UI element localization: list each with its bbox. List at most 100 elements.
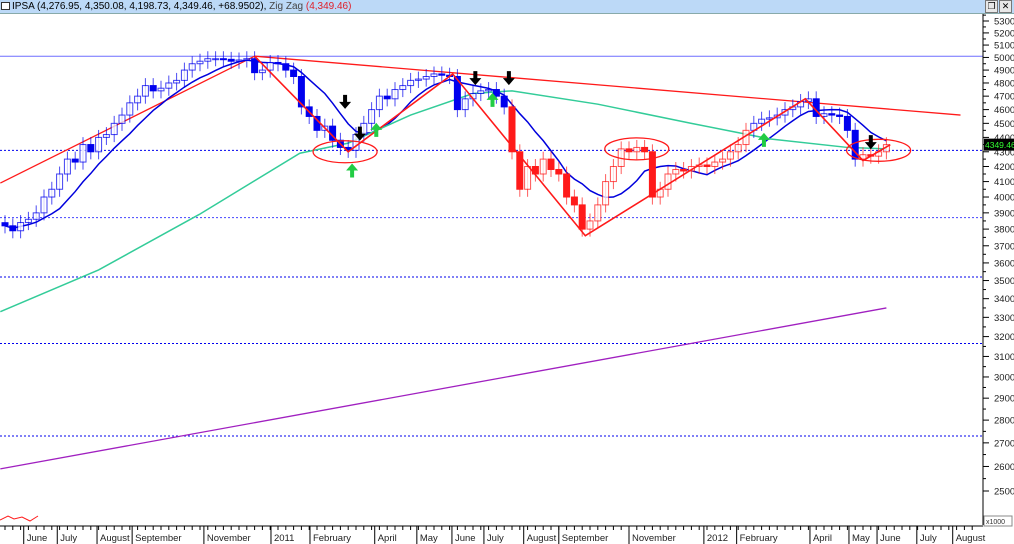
candle-body: [594, 204, 602, 222]
candle: [126, 95, 134, 123]
candle: [1, 215, 9, 234]
candle: [797, 94, 805, 115]
x-tick-label: May: [852, 533, 870, 544]
candle: [539, 151, 547, 182]
arrow-down-icon: [864, 135, 877, 150]
candle-body: [625, 148, 633, 153]
candle-body: [274, 61, 282, 65]
candle: [594, 197, 602, 229]
x-tick-label: November: [632, 533, 676, 544]
candle-body: [570, 196, 578, 206]
candle-body: [180, 69, 188, 81]
candle-body: [188, 63, 196, 71]
candle: [95, 129, 103, 160]
x-tick-label: April: [378, 533, 397, 544]
candle: [40, 189, 48, 221]
candle-body: [32, 212, 40, 220]
candle-body: [196, 60, 204, 65]
candle: [235, 52, 243, 69]
candle-body: [407, 79, 415, 87]
candle-body: [555, 168, 563, 175]
candle-body: [375, 95, 383, 111]
candle-body: [258, 69, 266, 74]
candle: [48, 181, 56, 205]
candle-body: [9, 225, 17, 232]
x-tick-label: 2011: [274, 533, 294, 544]
x-tick-label: February: [740, 533, 778, 544]
candle: [375, 88, 383, 118]
candle: [500, 88, 508, 115]
x-tick-label: July: [920, 533, 937, 544]
candle-body: [602, 181, 610, 206]
x-tick-label: June: [880, 533, 901, 544]
candle-body: [422, 75, 430, 80]
candle: [118, 107, 126, 131]
y-tick-label: 3700: [994, 241, 1014, 252]
candle: [180, 62, 188, 88]
y-tick-label: 4000: [994, 193, 1014, 204]
candle: [63, 151, 71, 182]
candle-body: [17, 222, 25, 232]
candle: [664, 166, 672, 197]
candle-body: [173, 79, 181, 84]
candle: [391, 82, 399, 107]
y-tick-label: 2700: [994, 438, 1014, 449]
candle: [407, 72, 415, 94]
y-tick-label: 4900: [994, 66, 1014, 77]
candle-body: [680, 168, 688, 172]
y-tick-label: 3900: [994, 208, 1014, 219]
candle: [570, 189, 578, 213]
candle: [17, 215, 25, 239]
candle: [313, 108, 321, 138]
candle-body: [204, 58, 212, 62]
candle-body: [664, 173, 672, 190]
x-tick-label: June: [27, 533, 48, 544]
candle-body: [63, 158, 71, 175]
candle-body: [24, 218, 32, 224]
x-tick-label: August: [956, 533, 986, 544]
arrow-down-icon: [502, 71, 515, 86]
candle: [157, 80, 165, 99]
candle-body: [282, 63, 290, 71]
y-tick-label: 2600: [994, 462, 1014, 473]
y-tick-label: 3000: [994, 372, 1014, 383]
y-tick-label: 5000: [994, 53, 1014, 64]
candle-body: [79, 144, 87, 163]
candle-body: [461, 98, 469, 111]
candle: [383, 88, 391, 107]
candle-body: [95, 136, 103, 153]
candle-body: [141, 85, 149, 97]
candle-body: [134, 95, 142, 104]
candle-body: [414, 78, 422, 81]
candle-body: [843, 115, 851, 131]
candle-body: [586, 220, 594, 230]
candle-body: [438, 73, 446, 76]
y-tick-label: 4500: [994, 119, 1014, 130]
candle-body: [48, 188, 56, 198]
candle: [602, 174, 610, 213]
candle-body: [539, 158, 547, 175]
y-tick-label: 3600: [994, 258, 1014, 269]
x-tick-label: February: [313, 533, 351, 544]
candle: [656, 181, 664, 205]
candle: [765, 110, 773, 127]
y-tick-label: 3400: [994, 294, 1014, 305]
candle-body: [477, 90, 485, 94]
candle-body: [578, 204, 586, 230]
candle: [141, 78, 149, 104]
candle-body: [212, 58, 220, 61]
x-tick-label: April: [813, 533, 832, 544]
candle: [641, 139, 649, 160]
candle-body: [726, 151, 734, 160]
last-price-label: 4349.46: [985, 140, 1014, 150]
y-tick-label: 4700: [994, 92, 1014, 103]
y-tick-label: 3200: [994, 332, 1014, 343]
candle-body: [126, 102, 134, 116]
y-tick-label: 3500: [994, 276, 1014, 287]
candle: [219, 51, 227, 67]
candle: [399, 78, 407, 98]
candle-body: [524, 166, 532, 190]
candle: [508, 99, 516, 160]
y-tick-label: 3100: [994, 352, 1014, 363]
candle-body: [703, 164, 711, 168]
